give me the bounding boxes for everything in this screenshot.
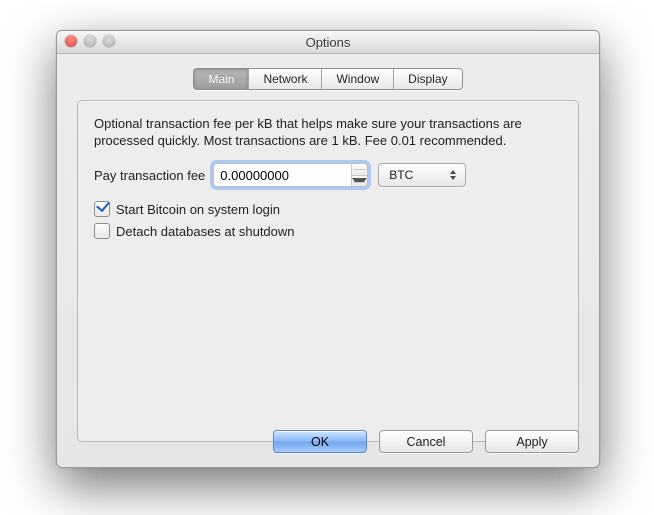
chevron-up-icon (352, 169, 367, 170)
ok-button[interactable]: OK (273, 430, 367, 453)
checkbox-detach-db[interactable] (94, 223, 110, 239)
fee-description: Optional transaction fee per kB that hel… (94, 115, 562, 149)
close-icon[interactable] (65, 35, 77, 47)
fee-step-up[interactable] (352, 164, 367, 176)
unit-select[interactable]: BTC (378, 163, 466, 187)
apply-button[interactable]: Apply (485, 430, 579, 453)
checkbox-detach-db-label: Detach databases at shutdown (116, 224, 295, 239)
fee-input[interactable] (214, 164, 351, 186)
fee-spinbox[interactable] (213, 163, 368, 187)
checkbox-start-on-login-label: Start Bitcoin on system login (116, 202, 280, 217)
unit-select-value: BTC (389, 168, 441, 182)
window-title: Options (306, 35, 351, 50)
tab-display[interactable]: Display (394, 69, 461, 89)
options-window: Options Main Network Window Display Opti… (56, 30, 600, 468)
checkbox-start-on-login[interactable] (94, 201, 110, 217)
cancel-button[interactable]: Cancel (379, 430, 473, 453)
dialog-buttons: OK Cancel Apply (273, 430, 579, 453)
tab-main[interactable]: Main (194, 69, 249, 89)
tab-window[interactable]: Window (322, 69, 394, 89)
main-panel: Optional transaction fee per kB that hel… (77, 100, 579, 442)
minimize-icon[interactable] (84, 35, 96, 47)
zoom-icon[interactable] (103, 35, 115, 47)
fee-step-down[interactable] (352, 176, 367, 187)
select-handle-icon (447, 170, 459, 180)
tab-network[interactable]: Network (249, 69, 322, 89)
titlebar: Options (57, 31, 599, 54)
fee-label: Pay transaction fee (94, 168, 205, 183)
chevron-down-icon (352, 178, 367, 183)
tab-bar: Main Network Window Display (57, 68, 599, 90)
